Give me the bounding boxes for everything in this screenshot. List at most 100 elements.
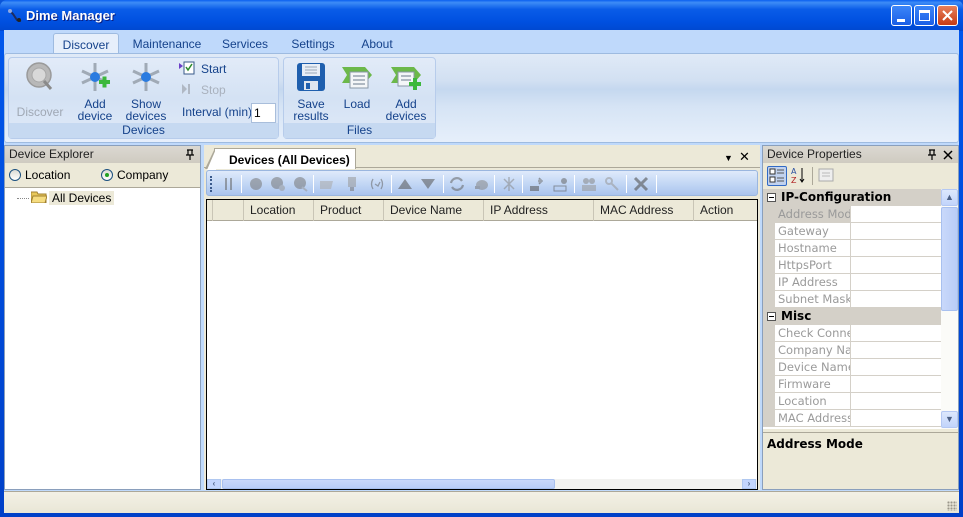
pin-icon[interactable]	[186, 149, 194, 160]
move-down-icon[interactable]	[420, 176, 436, 192]
properties-icon[interactable]	[221, 176, 237, 192]
property-value[interactable]	[851, 257, 941, 274]
property-row[interactable]: Firmware	[763, 376, 941, 393]
refresh-icon[interactable]	[449, 176, 465, 192]
property-row[interactable]: Location	[763, 393, 941, 410]
property-value[interactable]	[851, 274, 941, 291]
property-value[interactable]	[851, 223, 941, 240]
categorized-button[interactable]	[767, 166, 787, 186]
company-radio-circle[interactable]	[101, 169, 113, 181]
close-button[interactable]	[937, 5, 958, 26]
column-header-ip-address[interactable]: IP Address	[483, 200, 593, 221]
property-name[interactable]: MAC Address	[775, 410, 851, 427]
collapse-icon[interactable]	[767, 312, 776, 321]
key-icon[interactable]	[604, 176, 620, 192]
property-value[interactable]	[851, 376, 941, 393]
device-config-icon[interactable]	[344, 176, 360, 192]
property-name[interactable]: Check Connect	[775, 325, 851, 342]
stop-button[interactable]: Stop	[179, 82, 226, 98]
property-value[interactable]	[851, 359, 941, 376]
property-row[interactable]: HttpsPort	[763, 257, 941, 274]
location-radio-circle[interactable]	[9, 169, 21, 181]
add-device-button[interactable]: Add device	[71, 61, 119, 122]
property-row[interactable]: Address Mode	[763, 206, 941, 223]
vertical-scroll-thumb[interactable]	[941, 207, 958, 311]
connect-icon[interactable]	[248, 176, 264, 192]
download-icon[interactable]	[553, 176, 569, 192]
property-value[interactable]	[851, 325, 941, 342]
column-header-action[interactable]: Action	[693, 200, 757, 221]
discover-button[interactable]: Discover	[14, 61, 66, 118]
property-value[interactable]	[851, 342, 941, 359]
company-radio[interactable]: Company	[101, 168, 168, 182]
tab-maintenance[interactable]: Maintenance	[128, 33, 206, 54]
tab-devices-all[interactable]: Devices (All Devices)	[205, 148, 356, 170]
firmware-icon[interactable]	[473, 176, 489, 192]
property-row[interactable]: Gateway	[763, 223, 941, 240]
property-pages-button[interactable]	[817, 166, 837, 186]
collapse-icon[interactable]	[767, 193, 776, 202]
open-folder-icon[interactable]	[319, 176, 335, 192]
scroll-up-icon[interactable]: ▲	[941, 189, 958, 206]
load-button[interactable]: Load	[337, 61, 377, 110]
start-button[interactable]: Start	[179, 61, 226, 77]
ping-icon[interactable]	[369, 176, 385, 192]
property-value[interactable]	[851, 410, 941, 427]
vertical-scrollbar[interactable]: ▲ ▼	[941, 189, 958, 429]
column-header-device-name[interactable]: Device Name	[383, 200, 483, 221]
horizontal-scroll-thumb[interactable]	[222, 479, 555, 489]
minimize-button[interactable]	[891, 5, 912, 26]
property-name[interactable]: Company Name	[775, 342, 851, 359]
property-row[interactable]: Device Name	[763, 359, 941, 376]
disconnect-icon[interactable]	[293, 176, 309, 192]
tab-about[interactable]: About	[356, 33, 398, 54]
tab-settings[interactable]: Settings	[287, 33, 339, 54]
property-value[interactable]	[851, 393, 941, 410]
tools-icon[interactable]	[501, 176, 517, 192]
property-value[interactable]	[851, 291, 941, 308]
property-name[interactable]: Gateway	[775, 223, 851, 240]
save-results-button[interactable]: Save results	[287, 61, 335, 122]
scroll-down-icon[interactable]: ▼	[941, 411, 958, 428]
property-value[interactable]	[851, 240, 941, 257]
column-header-mac-address[interactable]: MAC Address	[593, 200, 693, 221]
column-header-product[interactable]: Product	[313, 200, 383, 221]
pin-icon[interactable]	[928, 149, 936, 160]
scroll-right-icon[interactable]: ›	[742, 479, 756, 489]
toolbar-grip[interactable]	[210, 176, 212, 192]
alphabetical-button[interactable]: AZ	[790, 166, 810, 186]
category-ip-configuration[interactable]: IP-Configuration	[763, 189, 941, 206]
property-row[interactable]: Subnet Mask	[763, 291, 941, 308]
property-row[interactable]: Check Connect	[763, 325, 941, 342]
tab-discover[interactable]: Discover	[53, 33, 119, 54]
property-name[interactable]: Device Name	[775, 359, 851, 376]
property-name[interactable]: Location	[775, 393, 851, 410]
property-row[interactable]: Company Name	[763, 342, 941, 359]
property-row[interactable]: IP Address	[763, 274, 941, 291]
category-misc[interactable]: Misc	[763, 308, 941, 325]
property-name[interactable]: Address Mode	[775, 206, 851, 223]
move-up-icon[interactable]	[397, 176, 413, 192]
property-row[interactable]: Hostname	[763, 240, 941, 257]
scroll-left-icon[interactable]: ‹	[207, 479, 221, 489]
tab-list-dropdown-icon[interactable]: ▼	[724, 153, 733, 163]
tab-services[interactable]: Services	[217, 33, 273, 54]
property-row[interactable]: MAC Address	[763, 410, 941, 427]
resize-grip[interactable]	[947, 501, 957, 511]
tree-item-all-devices[interactable]: All Devices	[17, 190, 115, 206]
interval-input[interactable]	[251, 103, 276, 123]
property-name[interactable]: Hostname	[775, 240, 851, 257]
close-document-icon[interactable]: ✕	[739, 149, 750, 165]
connect-web-icon[interactable]	[270, 176, 286, 192]
property-name[interactable]: HttpsPort	[775, 257, 851, 274]
add-devices-button[interactable]: Add devices	[381, 61, 431, 122]
upload-icon[interactable]	[529, 176, 545, 192]
delete-icon[interactable]	[633, 176, 649, 192]
maximize-button[interactable]	[914, 5, 935, 26]
column-header-select[interactable]	[212, 200, 243, 221]
column-header-location[interactable]: Location	[243, 200, 313, 221]
property-name[interactable]: Subnet Mask	[775, 291, 851, 308]
property-name[interactable]: Firmware	[775, 376, 851, 393]
property-name[interactable]: IP Address	[775, 274, 851, 291]
show-devices-button[interactable]: Show devices	[121, 61, 171, 122]
